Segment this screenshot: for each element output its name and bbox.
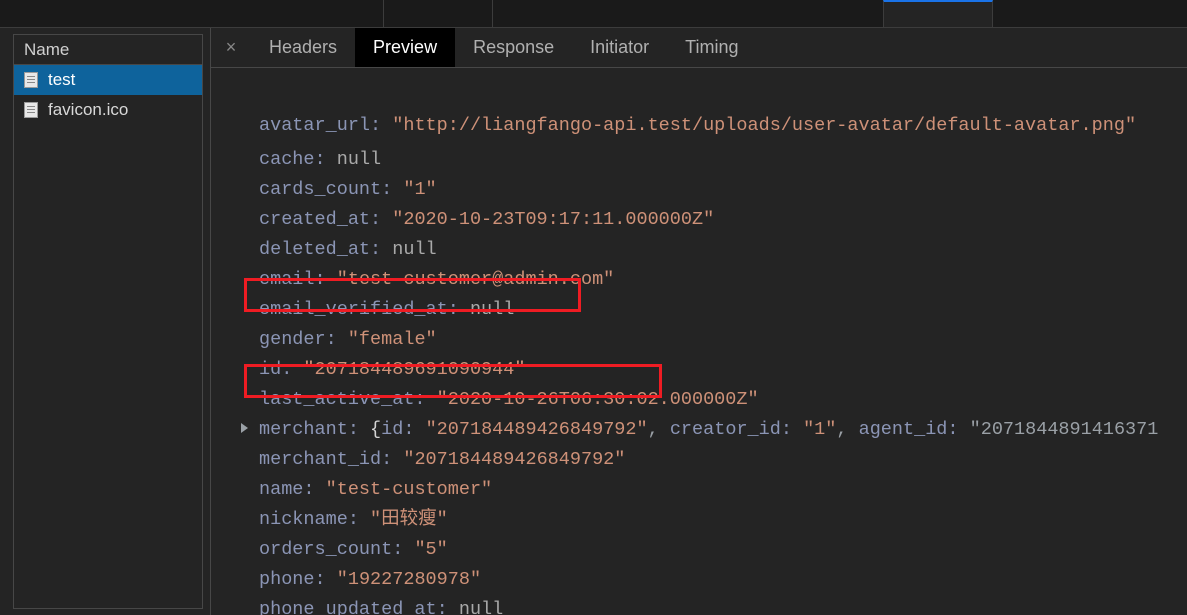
json-key: merchant: bbox=[259, 419, 359, 440]
json-key: last_active_at: bbox=[259, 389, 426, 410]
json-entry: deleted_at: null bbox=[211, 235, 1187, 265]
json-key: email_verified_at: bbox=[259, 299, 459, 320]
json-value: "test-customer@admin.com" bbox=[337, 269, 615, 290]
json-key: cache: bbox=[259, 149, 326, 170]
tab-response[interactable]: Response bbox=[455, 28, 572, 67]
json-value: "female" bbox=[348, 329, 437, 350]
json-value: "5" bbox=[414, 539, 447, 560]
json-value: "207184489426849792" bbox=[403, 449, 625, 470]
json-value: "2020-10-23T09:17:11.000000Z" bbox=[392, 209, 714, 230]
tab-initiator[interactable]: Initiator bbox=[572, 28, 667, 67]
json-entry: id: "207184489691090944" bbox=[211, 355, 1187, 385]
json-entry: orders_count: "5" bbox=[211, 535, 1187, 565]
json-value: "207184489691090944" bbox=[303, 359, 525, 380]
json-key: phone_updated_at: bbox=[259, 599, 448, 615]
json-entry: email_verified_at: null bbox=[211, 295, 1187, 325]
json-entry: phone: "19227280978" bbox=[211, 565, 1187, 595]
json-key: email: bbox=[259, 269, 326, 290]
json-key: orders_count: bbox=[259, 539, 403, 560]
json-entry: nickname: "田较瘦" bbox=[211, 505, 1187, 535]
json-value: null bbox=[470, 299, 514, 320]
json-key: cards_count: bbox=[259, 179, 392, 200]
json-entry: cache: null bbox=[211, 145, 1187, 175]
json-key: phone: bbox=[259, 569, 326, 590]
json-entry-partial: avatar_url: "http://liangfango-api.test/… bbox=[211, 111, 1187, 128]
network-request-list: Name test favicon.ico bbox=[13, 34, 203, 609]
top-toolbar bbox=[0, 0, 1187, 28]
json-value: null bbox=[392, 239, 436, 260]
network-detail-panel: × HeadersPreviewResponseInitiatorTiming … bbox=[210, 28, 1187, 615]
file-icon bbox=[24, 102, 38, 118]
tab-timing[interactable]: Timing bbox=[667, 28, 756, 67]
json-value: null bbox=[459, 599, 503, 615]
tab-preview[interactable]: Preview bbox=[355, 28, 455, 67]
json-value: null bbox=[337, 149, 381, 170]
json-key: avatar_url: bbox=[259, 115, 381, 136]
close-icon[interactable]: × bbox=[211, 28, 251, 67]
json-entry: cards_count: "1" bbox=[211, 175, 1187, 205]
detail-tabs: × HeadersPreviewResponseInitiatorTiming bbox=[211, 28, 1187, 68]
json-entry: created_at: "2020-10-23T09:17:11.000000Z… bbox=[211, 205, 1187, 235]
json-key: name: bbox=[259, 479, 315, 500]
json-entry: last_active_at: "2020-10-26T06:30:02.000… bbox=[211, 385, 1187, 415]
json-value: "http://liangfango-api.test/uploads/user… bbox=[392, 115, 1136, 136]
toolbar-divider bbox=[383, 0, 493, 27]
request-row-favicon-ico[interactable]: favicon.ico bbox=[14, 95, 202, 125]
list-header-name[interactable]: Name bbox=[14, 35, 202, 65]
request-label: favicon.ico bbox=[48, 100, 128, 120]
json-value: "test-customer" bbox=[326, 479, 493, 500]
toolbar-active-tab-indicator bbox=[883, 0, 993, 27]
json-key: merchant_id: bbox=[259, 449, 392, 470]
json-entry: phone_updated_at: null bbox=[211, 595, 1187, 615]
request-row-test[interactable]: test bbox=[14, 65, 202, 95]
json-value: "19227280978" bbox=[337, 569, 481, 590]
json-key: deleted_at: bbox=[259, 239, 381, 260]
chevron-right-icon[interactable] bbox=[241, 423, 248, 433]
json-entry: email: "test-customer@admin.com" bbox=[211, 265, 1187, 295]
json-entry: merchant_id: "207184489426849792" bbox=[211, 445, 1187, 475]
file-icon bbox=[24, 72, 38, 88]
json-entry: merchant: {id: "207184489426849792", cre… bbox=[211, 415, 1187, 445]
json-key: gender: bbox=[259, 329, 337, 350]
json-key: nickname: bbox=[259, 509, 359, 530]
json-value: "1" bbox=[403, 179, 436, 200]
json-value: "2020-10-26T06:30:02.000000Z" bbox=[437, 389, 759, 410]
json-value: "田较瘦" bbox=[370, 509, 448, 530]
json-entry: gender: "female" bbox=[211, 325, 1187, 355]
json-preview[interactable]: avatar_url: "http://liangfango-api.test/… bbox=[211, 68, 1187, 615]
request-label: test bbox=[48, 70, 75, 90]
json-value: {id: "207184489426849792", creator_id: "… bbox=[370, 419, 1158, 440]
json-key: created_at: bbox=[259, 209, 381, 230]
json-key: id: bbox=[259, 359, 292, 380]
tab-headers[interactable]: Headers bbox=[251, 28, 355, 67]
json-entry: name: "test-customer" bbox=[211, 475, 1187, 505]
